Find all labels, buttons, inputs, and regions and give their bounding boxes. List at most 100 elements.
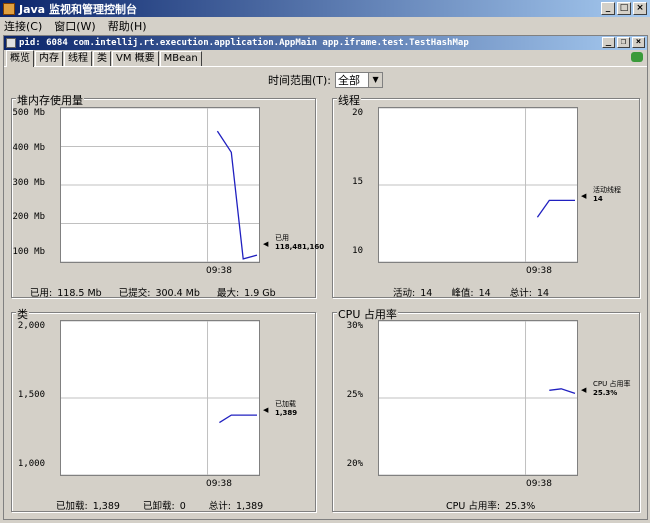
series-line: [536, 199, 575, 218]
heap-used-label: 已用:: [30, 288, 53, 299]
plot-cpu-svg: [379, 321, 577, 475]
tab-memory[interactable]: 内存: [35, 51, 63, 66]
heap-legend: 已用 118,481,160: [275, 234, 324, 252]
classes-ytick: 2,000: [17, 321, 45, 331]
connection-titlebar: pid: 6084 com.intellij.rt.execution.appl…: [4, 36, 647, 50]
menu-window[interactable]: 窗口(W): [54, 18, 95, 34]
threads-peak-label: 峰值:: [451, 288, 474, 299]
java-process-icon: [6, 38, 16, 48]
threads-xtick: 09:38: [526, 266, 552, 276]
heap-footer: 已用: 118.5 Mb 已提交: 300.4 Mb 最大: 1.9 Gb: [30, 285, 278, 299]
cpu-ytick: 30%: [346, 321, 363, 331]
cpu-usage-label: CPU 占用率:: [446, 501, 501, 512]
cpu-ytick: 25%: [346, 390, 363, 400]
plot-threads-svg: [379, 108, 577, 262]
inner-minimize-button[interactable]: _: [602, 37, 615, 48]
window-title: Java 监视和管理控制台: [19, 2, 137, 16]
plot-heap-svg: [61, 108, 259, 262]
classes-footer: 已加载: 1,389 已卸载: 0 总计: 1,389: [56, 498, 265, 512]
cpu-xtick: 09:38: [526, 479, 552, 489]
tab-classes[interactable]: 类: [93, 51, 111, 66]
classes-legend-value: 1,389: [275, 409, 298, 417]
classes-xtick: 09:38: [206, 479, 232, 489]
menu-help[interactable]: 帮助(H): [108, 18, 147, 34]
time-range-label: 时间范围(T):: [268, 74, 332, 87]
tab-bar: 概览 内存 线程 类 VM 概要 MBean: [4, 50, 647, 67]
cpu-legend-label: CPU 占用率: [593, 380, 631, 388]
series-line: [219, 414, 257, 424]
legend-pointer-icon: ◀: [263, 240, 269, 248]
heap-ytick: 100 Mb: [12, 247, 45, 257]
cpu-legend-value: 25.3%: [593, 389, 618, 397]
menu-connection[interactable]: 连接(C): [4, 18, 42, 34]
classes-ytick: 1,500: [17, 390, 45, 400]
heap-panel-title: 堆内存使用量: [16, 92, 84, 108]
heap-max-value: 1.9 Gb: [244, 288, 276, 299]
tab-mbean[interactable]: MBean: [159, 51, 202, 66]
classes-total-label: 总计:: [208, 501, 231, 512]
heap-ytick: 500 Mb: [12, 108, 45, 118]
classes-chart: [60, 320, 260, 476]
classes-loaded-value: 1,389: [92, 501, 120, 512]
cpu-footer: CPU 占用率: 25.3%: [446, 498, 537, 512]
threads-ytick: 15: [352, 177, 363, 187]
classes-ytick: 1,000: [17, 459, 45, 469]
classes-loaded-label: 已加载:: [56, 501, 88, 512]
heap-max-label: 最大:: [216, 288, 240, 299]
classes-unloaded-value: 0: [179, 501, 186, 512]
threads-total-value: 14: [536, 288, 550, 299]
threads-ytick: 20: [352, 108, 363, 118]
classes-panel-title: 类: [16, 306, 29, 322]
close-button[interactable]: ×: [633, 2, 647, 15]
heap-ytick: 400 Mb: [12, 143, 45, 153]
cpu-ytick: 20%: [346, 459, 363, 469]
tab-vm-summary[interactable]: VM 概要: [112, 51, 159, 66]
chevron-down-icon[interactable]: ▼: [368, 73, 383, 87]
classes-legend-label: 已加载: [275, 400, 296, 408]
menu-bar: 连接(C) 窗口(W) 帮助(H): [0, 17, 650, 35]
heap-legend-label: 已用: [275, 234, 289, 242]
inner-restore-button[interactable]: ❐: [617, 37, 630, 48]
heap-used-value: 118.5 Mb: [57, 288, 102, 299]
threads-live-label: 活动:: [393, 288, 416, 299]
minimize-button[interactable]: _: [601, 2, 615, 15]
time-range-value: 全部: [338, 74, 361, 87]
legend-pointer-icon: ◀: [581, 192, 587, 200]
maximize-button[interactable]: □: [617, 2, 631, 15]
window-titlebar: Java 监视和管理控制台 _ □ ×: [0, 0, 650, 17]
tab-threads[interactable]: 线程: [64, 51, 92, 66]
legend-pointer-icon: ◀: [263, 406, 269, 414]
threads-legend-value: 14: [593, 195, 603, 203]
threads-legend-label: 活动线程: [593, 186, 621, 194]
threads-ytick: 10: [352, 246, 363, 256]
time-range-control: 时间范围(T): 全部 ▼: [268, 72, 384, 88]
threads-legend: 活动线程 14: [593, 186, 621, 204]
series-line: [549, 388, 576, 395]
time-range-select[interactable]: 全部 ▼: [335, 72, 384, 88]
classes-unloaded-label: 已卸载:: [142, 501, 175, 512]
plot-classes-svg: [61, 321, 259, 475]
threads-footer: 活动: 14 峰值: 14 总计: 14: [393, 285, 551, 299]
heap-ytick: 200 Mb: [12, 212, 45, 222]
threads-chart: [378, 107, 578, 263]
connection-status-icon: [631, 52, 643, 62]
heap-committed-label: 已提交:: [118, 288, 151, 299]
series-line: [216, 130, 258, 260]
heap-committed-value: 300.4 Mb: [155, 288, 200, 299]
cpu-chart: [378, 320, 578, 476]
tab-overview[interactable]: 概览: [6, 50, 34, 67]
heap-xtick: 09:38: [206, 266, 232, 276]
threads-peak-value: 14: [478, 288, 491, 299]
threads-panel-title: 线程: [337, 92, 361, 108]
threads-live-value: 14: [420, 288, 433, 299]
heap-ytick: 300 Mb: [12, 178, 45, 188]
heap-legend-value: 118,481,160: [275, 243, 325, 251]
legend-pointer-icon: ◀: [581, 386, 587, 394]
heap-chart: [60, 107, 260, 263]
threads-total-label: 总计:: [509, 288, 532, 299]
java-app-icon: [3, 2, 15, 15]
cpu-usage-value: 25.3%: [505, 501, 536, 512]
classes-total-value: 1,389: [236, 501, 264, 512]
cpu-legend: CPU 占用率 25.3%: [593, 380, 630, 398]
inner-close-button[interactable]: ×: [632, 37, 645, 48]
